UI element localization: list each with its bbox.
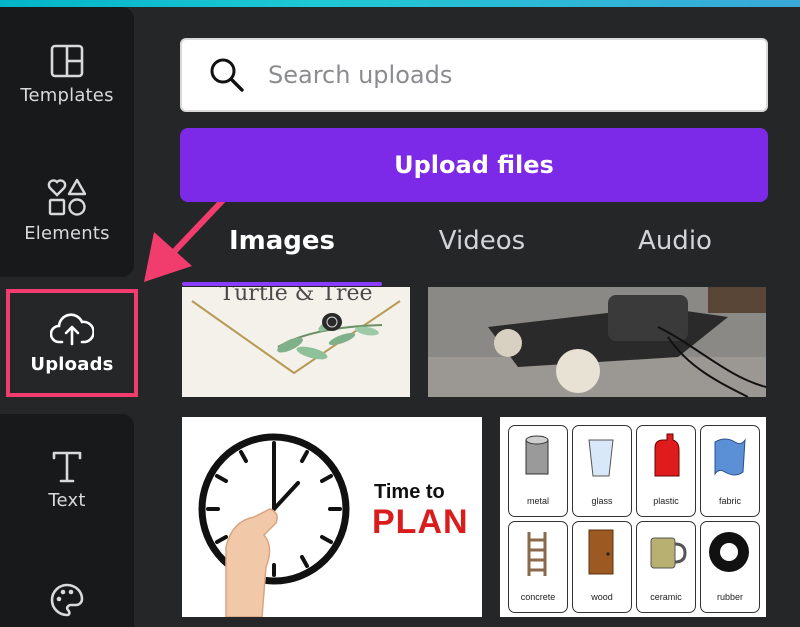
image-thumbnail-turtle-tree[interactable]: Turtle & Tree <box>182 287 410 397</box>
material-card-wood: wood <box>572 521 632 613</box>
tab-videos[interactable]: Videos <box>382 226 582 270</box>
tab-audio[interactable]: Audio <box>575 226 775 270</box>
material-card-metal: metal <box>508 425 568 517</box>
ladder-icon <box>527 532 547 576</box>
material-card-rubber: rubber <box>700 521 760 613</box>
material-label: glass <box>591 496 613 506</box>
wood-door-icon <box>588 529 614 575</box>
search-icon <box>210 58 244 92</box>
ceramic-mug-icon <box>650 537 687 569</box>
material-label: plastic <box>653 496 679 506</box>
material-card-plastic: plastic <box>636 425 696 517</box>
cloud-upload-icon <box>50 312 94 345</box>
sidebar-item-uploads[interactable]: Uploads <box>6 289 138 397</box>
material-label: wood <box>591 592 613 602</box>
material-label: metal <box>526 496 549 506</box>
sidebar-item-brand[interactable] <box>0 582 134 618</box>
thumbnail-text: Time to <box>374 481 445 503</box>
image-thumbnail-motorized-board[interactable] <box>428 287 766 397</box>
elements-icon <box>47 178 87 216</box>
templates-icon <box>50 44 84 78</box>
thumbnail-text: PLAN <box>372 503 469 541</box>
sidebar-item-label: Templates <box>20 85 114 106</box>
tire-icon <box>709 532 749 572</box>
image-thumbnail-materials[interactable]: metal glass plastic fabric concrete wood… <box>500 417 766 617</box>
image-thumbnail-time-to-plan[interactable]: Time to PLAN <box>182 417 482 617</box>
top-accent-bar <box>0 0 800 7</box>
sidebar-panel-top: Templates Elements <box>0 7 134 277</box>
sidebar-item-label: Elements <box>24 223 110 244</box>
glass-cup-icon <box>588 439 614 477</box>
text-icon <box>52 451 82 483</box>
metal-can-icon <box>525 435 549 475</box>
material-label: rubber <box>716 592 743 602</box>
material-card-ceramic: ceramic <box>636 521 696 613</box>
plastic-jug-icon <box>654 433 680 477</box>
fabric-swatch-icon <box>714 438 746 476</box>
sidebar-item-label: Uploads <box>30 353 114 375</box>
material-card-fabric: fabric <box>700 425 760 517</box>
material-label: concrete <box>520 592 556 602</box>
sidebar-item-text[interactable]: Text <box>0 450 134 511</box>
sidebar-item-elements[interactable]: Elements <box>0 177 134 244</box>
material-label: fabric <box>718 496 741 506</box>
material-card-concrete: concrete <box>508 521 568 613</box>
palette-icon <box>50 583 84 617</box>
active-tab-indicator <box>182 282 382 286</box>
tab-images[interactable]: Images <box>182 226 382 270</box>
upload-files-button[interactable]: Upload files <box>180 128 768 202</box>
sidebar-item-templates[interactable]: Templates <box>0 43 134 106</box>
board-photo <box>428 287 766 397</box>
search-input[interactable] <box>266 60 730 90</box>
material-label: ceramic <box>650 592 682 602</box>
turtle-tree-artwork <box>191 300 401 375</box>
material-card-glass: glass <box>572 425 632 517</box>
sidebar-panel-bottom: Text <box>0 414 134 627</box>
search-box[interactable] <box>180 38 768 112</box>
sidebar-item-label: Text <box>48 490 86 511</box>
